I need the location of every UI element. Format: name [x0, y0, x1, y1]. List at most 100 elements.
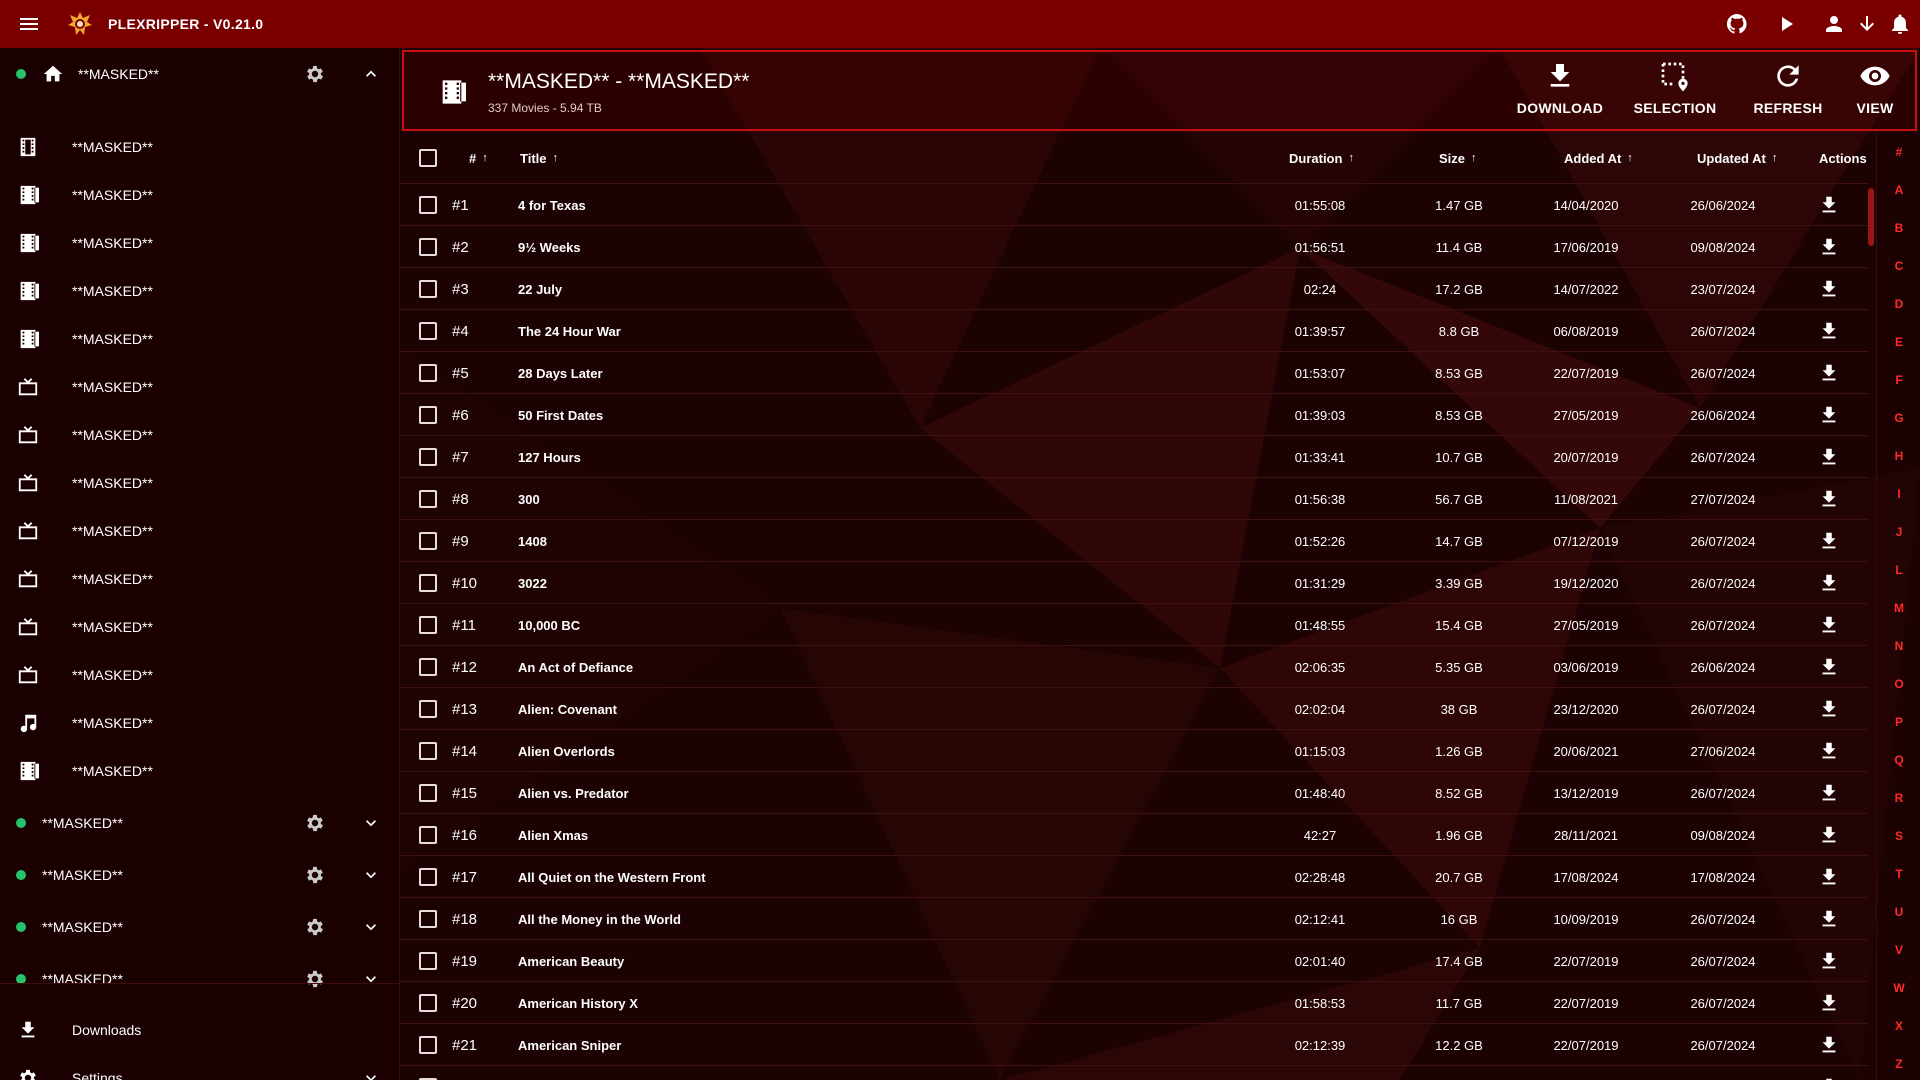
download-icon[interactable] — [1818, 530, 1840, 552]
column-header-updated[interactable]: Updated At ↑ — [1697, 133, 1777, 183]
chevron-down-icon[interactable] — [361, 969, 381, 989]
download-icon[interactable] — [1818, 488, 1840, 510]
server-item[interactable]: **MASKED** — [0, 797, 400, 849]
table-row[interactable]: #1 4 for Texas 01:55:08 1.47 GB 14/04/2020 26… — [400, 183, 1868, 225]
server-item[interactable]: **MASKED** — [0, 901, 400, 953]
alphabet-letter[interactable]: L — [1877, 551, 1920, 589]
download-icon[interactable] — [1818, 698, 1840, 720]
download-icon[interactable] — [1818, 362, 1840, 384]
alphabet-letter[interactable]: M — [1877, 589, 1920, 627]
library-item[interactable]: **MASKED** — [0, 459, 400, 507]
table-row[interactable]: #12 An Act of Defiance 02:06:35 5.35 GB 03/0… — [400, 645, 1868, 687]
row-checkbox[interactable] — [419, 784, 437, 802]
table-row[interactable]: #4 The 24 Hour War 01:39:57 8.8 GB 06/08/201… — [400, 309, 1868, 351]
download-icon[interactable] — [1818, 782, 1840, 804]
chevron-down-icon[interactable] — [361, 1068, 381, 1080]
library-item[interactable]: **MASKED** — [0, 555, 400, 603]
download-icon[interactable] — [1818, 614, 1840, 636]
table-row[interactable]: #3 22 July 02:24 17.2 GB 14/07/2022 23/07/202… — [400, 267, 1868, 309]
download-icon[interactable] — [1818, 656, 1840, 678]
alphabet-letter[interactable]: B — [1877, 209, 1920, 247]
alphabet-letter[interactable]: P — [1877, 703, 1920, 741]
row-checkbox[interactable] — [419, 994, 437, 1012]
gear-icon[interactable] — [304, 864, 326, 886]
library-item[interactable]: **MASKED** — [0, 315, 400, 363]
download-arrow-icon[interactable] — [1855, 12, 1879, 36]
row-checkbox[interactable] — [419, 238, 437, 256]
table-row[interactable]: #16 Alien Xmas 42:27 1.96 GB 28/11/2021 09/08… — [400, 813, 1868, 855]
row-checkbox[interactable] — [419, 616, 437, 634]
sidebar-item-downloads[interactable]: Downloads — [0, 1006, 400, 1054]
alphabet-letter[interactable]: E — [1877, 323, 1920, 361]
table-row[interactable]: #6 50 First Dates 01:39:03 8.53 GB 27/05/201… — [400, 393, 1868, 435]
alphabet-letter[interactable]: F — [1877, 361, 1920, 399]
table-row[interactable]: #15 Alien vs. Predator 01:48:40 8.52 GB 13/1… — [400, 771, 1868, 813]
row-checkbox[interactable] — [419, 742, 437, 760]
download-icon[interactable] — [1818, 194, 1840, 216]
download-icon[interactable] — [1818, 866, 1840, 888]
row-checkbox[interactable] — [419, 364, 437, 382]
table-row[interactable]: #21 American Sniper 02:12:39 12.2 GB 22/07/2… — [400, 1023, 1868, 1065]
alphabet-letter[interactable]: X — [1877, 1007, 1920, 1045]
gear-icon[interactable] — [304, 63, 326, 85]
alphabet-letter[interactable]: V — [1877, 931, 1920, 969]
download-icon[interactable] — [1818, 950, 1840, 972]
server-item-active[interactable]: **MASKED** — [0, 48, 400, 100]
alphabet-letter[interactable]: H — [1877, 437, 1920, 475]
alphabet-letter[interactable]: I — [1877, 475, 1920, 513]
row-checkbox[interactable] — [419, 868, 437, 886]
table-row[interactable]: #10 3022 01:31:29 3.39 GB 19/12/2020 26/07/20… — [400, 561, 1868, 603]
table-row[interactable]: #9 1408 01:52:26 14.7 GB 07/12/2019 26/07/202… — [400, 519, 1868, 561]
row-checkbox[interactable] — [419, 1036, 437, 1054]
alphabet-letter[interactable]: N — [1877, 627, 1920, 665]
table-row[interactable]: #14 Alien Overlords 01:15:03 1.26 GB 20/06/2… — [400, 729, 1868, 771]
row-checkbox[interactable] — [419, 196, 437, 214]
sidebar-item-settings[interactable]: Settings — [0, 1054, 400, 1080]
table-row[interactable]: #7 127 Hours 01:33:41 10.7 GB 20/07/2019 26/0… — [400, 435, 1868, 477]
table-row[interactable]: #17 All Quiet on the Western Front 02:28:4… — [400, 855, 1868, 897]
library-item[interactable]: **MASKED** — [0, 219, 400, 267]
alphabet-letter[interactable]: R — [1877, 779, 1920, 817]
row-checkbox[interactable] — [419, 658, 437, 676]
download-icon[interactable] — [1818, 1076, 1840, 1080]
account-icon[interactable] — [1822, 12, 1846, 36]
menu-icon[interactable] — [17, 12, 41, 36]
table-row[interactable]: #20 American History X 01:58:53 11.7 GB 22/0… — [400, 981, 1868, 1023]
play-icon[interactable] — [1774, 12, 1798, 36]
alphabet-letter[interactable]: W — [1877, 969, 1920, 1007]
server-item[interactable]: **MASKED** — [0, 953, 400, 1005]
alphabet-letter[interactable]: # — [1877, 133, 1920, 171]
column-header-added[interactable]: Added At ↑ — [1564, 133, 1633, 183]
library-item[interactable]: **MASKED** — [0, 747, 400, 795]
alphabet-letter[interactable]: Q — [1877, 741, 1920, 779]
server-item[interactable]: **MASKED** — [0, 849, 400, 901]
table-row[interactable]: #2 9½ Weeks 01:56:51 11.4 GB 17/06/2019 09/08… — [400, 225, 1868, 267]
table-row[interactable]: #5 28 Days Later 01:53:07 8.53 GB 22/07/2019… — [400, 351, 1868, 393]
alphabet-letter[interactable]: T — [1877, 855, 1920, 893]
alphabet-letter[interactable]: D — [1877, 285, 1920, 323]
alphabet-letter[interactable]: S — [1877, 817, 1920, 855]
row-checkbox[interactable] — [419, 826, 437, 844]
github-icon[interactable] — [1725, 12, 1749, 36]
download-button[interactable]: DOWNLOAD — [1510, 60, 1610, 126]
download-icon[interactable] — [1818, 236, 1840, 258]
download-icon[interactable] — [1818, 740, 1840, 762]
library-item[interactable]: **MASKED** — [0, 267, 400, 315]
row-checkbox[interactable] — [419, 322, 437, 340]
library-item[interactable]: **MASKED** — [0, 363, 400, 411]
alphabet-letter[interactable]: U — [1877, 893, 1920, 931]
chevron-down-icon[interactable] — [361, 813, 381, 833]
scrollbar-thumb[interactable] — [1868, 188, 1874, 246]
table-row[interactable]: #13 Alien: Covenant 02:02:04 38 GB 23/12/202… — [400, 687, 1868, 729]
row-checkbox[interactable] — [419, 490, 437, 508]
column-header-index[interactable]: # ↑ — [469, 133, 488, 183]
row-checkbox[interactable] — [419, 700, 437, 718]
refresh-button[interactable]: REFRESH — [1743, 60, 1833, 126]
chevron-down-icon[interactable] — [361, 865, 381, 885]
scrollbar-track[interactable] — [1867, 183, 1875, 1080]
chevron-up-icon[interactable] — [361, 64, 381, 84]
download-icon[interactable] — [1818, 278, 1840, 300]
library-item[interactable]: **MASKED** — [0, 171, 400, 219]
library-item[interactable]: **MASKED** — [0, 411, 400, 459]
library-item[interactable]: **MASKED** — [0, 507, 400, 555]
